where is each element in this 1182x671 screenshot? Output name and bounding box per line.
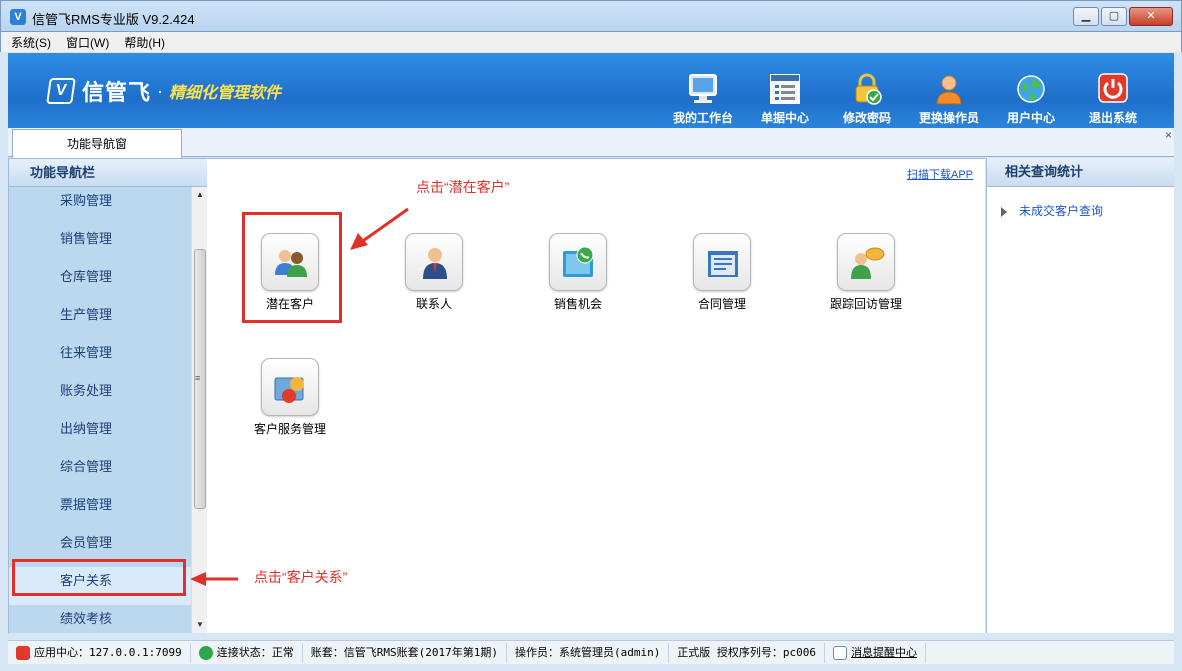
status-connection: 连接状态：正常	[191, 642, 303, 663]
close-button[interactable]: ✕	[1129, 7, 1173, 26]
sales-opportunity-icon	[563, 246, 594, 277]
menu-window[interactable]: 窗口(W)	[66, 34, 109, 51]
related-query-header: 相关查询统计	[987, 158, 1174, 187]
message-center-link[interactable]: 消息提醒中心	[825, 642, 927, 663]
minimize-button[interactable]: ▁	[1073, 7, 1099, 26]
scroll-up-arrow-icon[interactable]: ▲	[192, 187, 208, 203]
module-button[interactable]	[693, 233, 751, 291]
menu-bar: 系统(S) 窗口(W) 帮助(H)	[0, 32, 1182, 52]
tab-function-navigation[interactable]: 功能导航窗	[12, 129, 182, 158]
related-query-panel: 相关查询统计 未成交客户查询	[986, 158, 1174, 633]
module-button[interactable]	[261, 358, 319, 416]
status-operator: 操作员：系统管理员(admin)	[507, 642, 670, 663]
module-label: 合同管理	[697, 297, 746, 311]
tool-label: 更换操作员	[918, 111, 979, 125]
nav-item-accounts[interactable]: 往来管理	[9, 339, 191, 377]
exit-system-button[interactable]: 退出系统	[1072, 73, 1154, 129]
nav-scrollbar[interactable]: ▲ ≡ ▼	[191, 187, 207, 633]
expand-arrow-icon	[1001, 206, 1007, 217]
user-icon	[936, 75, 962, 105]
logo-name: 信管飞	[82, 80, 152, 105]
module-follow-up[interactable]: 跟踪回访管理	[811, 233, 921, 312]
globe-icon	[1017, 75, 1045, 103]
module-button[interactable]	[837, 233, 895, 291]
status-app-center-text: 应用中心：127.0.0.1:7099	[34, 645, 182, 659]
annotation-arrow-icon	[350, 207, 409, 250]
follow-up-icon	[851, 247, 885, 279]
user-center-button[interactable]: 用户中心	[990, 73, 1072, 129]
annotation-arrow-icon	[190, 572, 238, 586]
contact-icon	[423, 248, 447, 279]
status-account: 账套：信管飞RMS账套(2017年第1期)	[303, 642, 507, 663]
window-title: 信管飞RMS专业版 V9.2.424	[32, 12, 195, 27]
logo-separator: ·	[157, 80, 164, 101]
tool-label: 单据中心	[760, 111, 809, 125]
module-customer-service[interactable]: 客户服务管理	[235, 358, 345, 437]
highlight-potential-customer	[242, 212, 342, 323]
tool-label: 我的工作台	[672, 111, 733, 125]
mail-icon	[833, 645, 848, 660]
nav-item-warehouse[interactable]: 仓库管理	[9, 263, 191, 301]
customer-service-icon	[274, 377, 304, 403]
unsold-customer-query-link[interactable]: 未成交客户查询	[1001, 202, 1103, 219]
module-label: 跟踪回访管理	[829, 297, 902, 311]
module-contract[interactable]: 合同管理	[667, 233, 777, 312]
status-license: 正式版 授权序列号：pc006	[669, 642, 826, 663]
nav-item-production[interactable]: 生产管理	[9, 301, 191, 339]
nav-item-cashier[interactable]: 出纳管理	[9, 415, 191, 453]
status-app-center: 应用中心：127.0.0.1:7099	[8, 642, 191, 663]
annotation-click-crm: 点击“客户关系”	[254, 569, 348, 585]
scroll-down-arrow-icon[interactable]: ▼	[192, 617, 208, 633]
tab-strip: 功能导航窗 ×	[8, 128, 1174, 158]
lock-icon	[855, 73, 882, 105]
contract-icon	[708, 251, 738, 277]
nav-item-general[interactable]: 综合管理	[9, 453, 191, 491]
tool-label: 修改密码	[842, 111, 891, 125]
document-list-icon	[770, 74, 800, 104]
app-logo-icon: V	[10, 9, 26, 25]
module-sales-opportunity[interactable]: 销售机会	[523, 233, 633, 312]
close-tab-icon[interactable]: ×	[1165, 128, 1172, 142]
module-label: 客户服务管理	[253, 422, 326, 436]
brand-logo: V 信管飞 · 精细化管理软件	[46, 75, 282, 107]
logo-mark-icon: V	[46, 78, 76, 104]
status-connection-text: 连接状态：正常	[216, 645, 294, 659]
scroll-grip-icon: ≡	[195, 373, 201, 383]
monitor-icon	[689, 74, 717, 103]
nav-item-purchase[interactable]: 采购管理	[9, 187, 191, 225]
module-button[interactable]	[405, 233, 463, 291]
scan-download-app-link[interactable]: 扫描下载APP	[907, 166, 973, 182]
maximize-button[interactable]: ▢	[1101, 7, 1127, 26]
main-toolbar: 我的工作台 单据中心 修改密码 更换操作员 用户中心 退出系统	[662, 73, 1154, 129]
app-center-icon	[16, 645, 30, 660]
change-operator-button[interactable]: 更换操作员	[908, 73, 990, 129]
highlight-crm-nav	[12, 559, 186, 596]
tool-label: 用户中心	[1006, 111, 1055, 125]
power-icon	[1098, 73, 1128, 103]
nav-item-bills[interactable]: 票据管理	[9, 491, 191, 529]
module-label: 联系人	[415, 297, 452, 311]
status-bar: 应用中心：127.0.0.1:7099 连接状态：正常 账套：信管飞RMS账套(…	[8, 640, 1174, 664]
connection-ok-icon	[198, 645, 213, 660]
nav-item-performance[interactable]: 绩效考核	[9, 605, 191, 633]
nav-header: 功能导航栏	[8, 158, 208, 187]
nav-item-sales[interactable]: 销售管理	[9, 225, 191, 263]
window-title-bar[interactable]: V 信管飞RMS专业版 V9.2.424 ▁ ▢ ✕	[0, 0, 1182, 32]
change-password-button[interactable]: 修改密码	[826, 73, 908, 129]
menu-help[interactable]: 帮助(H)	[124, 34, 165, 51]
tool-label: 退出系统	[1088, 111, 1137, 125]
logo-tagline: 精细化管理软件	[169, 85, 282, 102]
module-label: 销售机会	[553, 297, 602, 311]
query-link-label: 未成交客户查询	[1019, 204, 1104, 218]
nav-item-bookkeeping[interactable]: 账务处理	[9, 377, 191, 415]
window-controls: ▁ ▢ ✕	[1071, 7, 1173, 27]
menu-system[interactable]: 系统(S)	[11, 34, 51, 51]
document-center-button[interactable]: 单据中心	[744, 73, 826, 129]
header-banner: V 信管飞 · 精细化管理软件 我的工作台 单据中心 修改密码 更换操作员 用户…	[8, 53, 1174, 129]
annotation-click-potential-customer: 点击“潜在客户”	[416, 179, 510, 195]
my-workbench-button[interactable]: 我的工作台	[662, 73, 744, 129]
message-center-text: 消息提醒中心	[851, 645, 918, 659]
module-button[interactable]	[549, 233, 607, 291]
